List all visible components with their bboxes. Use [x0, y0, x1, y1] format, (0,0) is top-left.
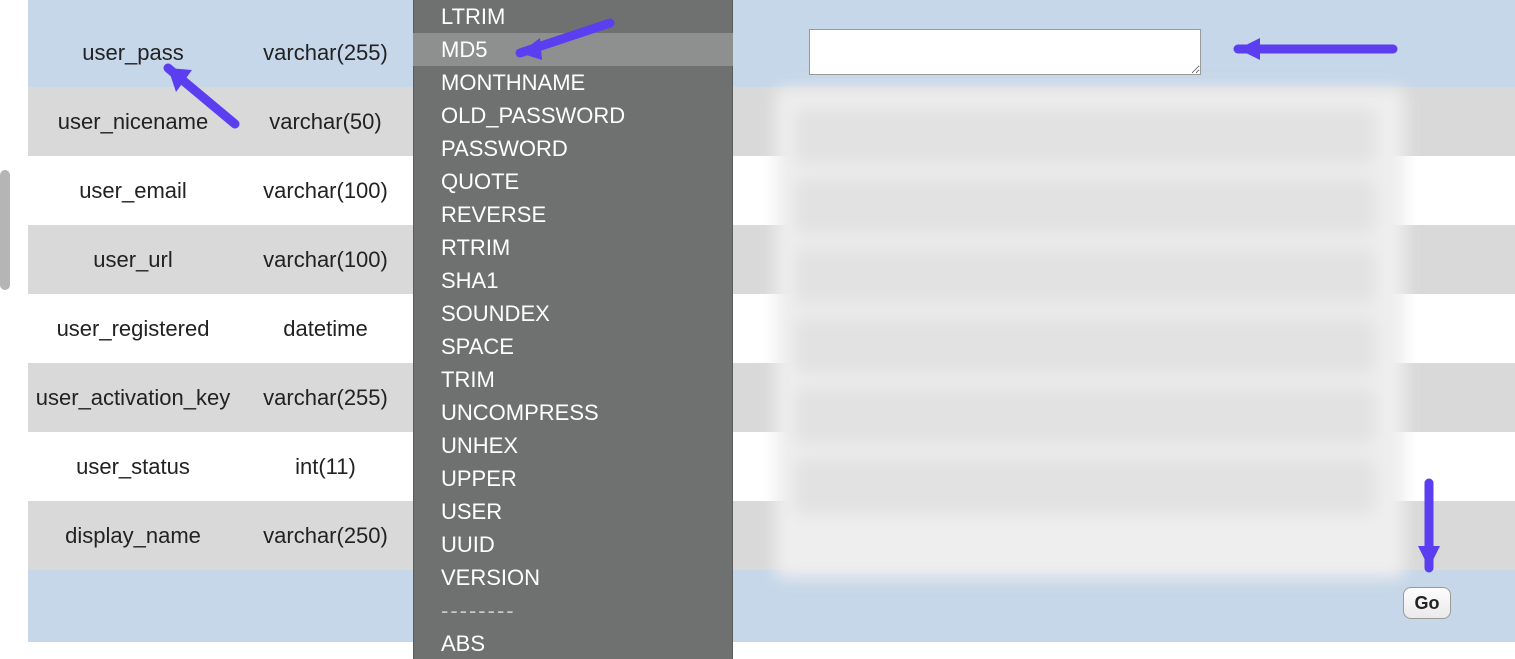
field-type: datetime — [238, 316, 413, 342]
dropdown-separator: -------- — [413, 594, 733, 627]
dropdown-option[interactable]: REVERSE — [413, 198, 733, 231]
field-name: user_nicename — [28, 109, 238, 135]
field-type: varchar(50) — [238, 109, 413, 135]
field-name: user_pass — [28, 40, 238, 66]
field-type: int(11) — [238, 454, 413, 480]
dropdown-option[interactable]: VERSION — [413, 561, 733, 594]
field-type: varchar(255) — [238, 385, 413, 411]
row-strip-above — [28, 0, 1515, 18]
table-footer — [28, 570, 1515, 642]
field-name: user_url — [28, 247, 238, 273]
field-name: user_activation_key — [28, 385, 238, 411]
dropdown-option[interactable]: UNCOMPRESS — [413, 396, 733, 429]
dropdown-option[interactable]: PASSWORD — [413, 132, 733, 165]
field-type: varchar(255) — [238, 40, 413, 66]
field-name: user_registered — [28, 316, 238, 342]
field-type: varchar(100) — [238, 178, 413, 204]
dropdown-option[interactable]: LTRIM — [413, 0, 733, 33]
dropdown-option[interactable]: USER — [413, 495, 733, 528]
blurred-area — [775, 88, 1405, 578]
dropdown-option[interactable]: OLD_PASSWORD — [413, 99, 733, 132]
dropdown-option[interactable]: UNHEX — [413, 429, 733, 462]
left-scrollbar[interactable] — [0, 170, 10, 290]
field-name: user_status — [28, 454, 238, 480]
field-type: varchar(250) — [238, 523, 413, 549]
dropdown-option-selected[interactable]: MD5 — [413, 33, 733, 66]
dropdown-option[interactable]: RTRIM — [413, 231, 733, 264]
value-input-user-pass[interactable] — [809, 29, 1201, 75]
dropdown-option[interactable]: MONTHNAME — [413, 66, 733, 99]
dropdown-option[interactable]: QUOTE — [413, 165, 733, 198]
table-row[interactable]: user_pass varchar(255) — [28, 18, 1515, 87]
field-type: varchar(100) — [238, 247, 413, 273]
dropdown-option[interactable]: SHA1 — [413, 264, 733, 297]
dropdown-option[interactable]: ABS — [413, 627, 733, 659]
dropdown-option[interactable]: SPACE — [413, 330, 733, 363]
go-button[interactable]: Go — [1403, 587, 1451, 619]
dropdown-option[interactable]: TRIM — [413, 363, 733, 396]
dropdown-option[interactable]: UUID — [413, 528, 733, 561]
field-name: display_name — [28, 523, 238, 549]
dropdown-option[interactable]: SOUNDEX — [413, 297, 733, 330]
function-dropdown-list[interactable]: LTRIM MD5 MONTHNAME OLD_PASSWORD PASSWOR… — [413, 0, 733, 659]
dropdown-option[interactable]: UPPER — [413, 462, 733, 495]
field-name: user_email — [28, 178, 238, 204]
